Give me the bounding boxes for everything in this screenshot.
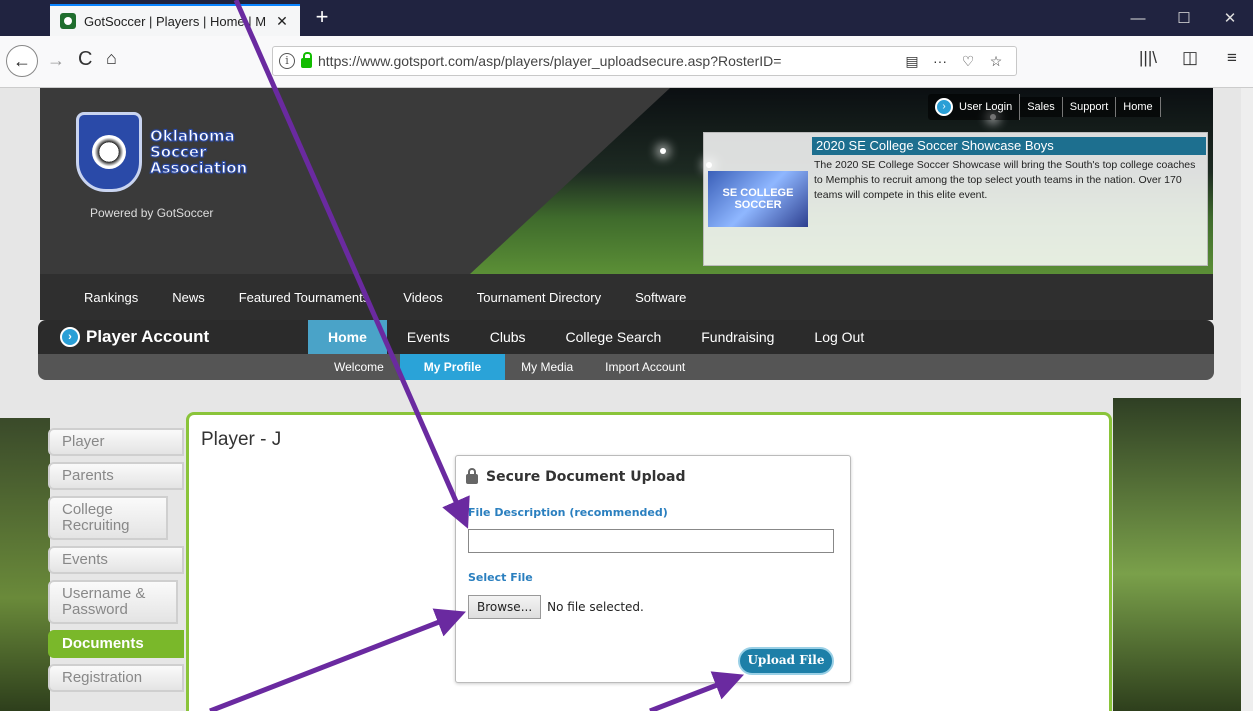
library-icon[interactable]: |||\ [1127, 48, 1169, 68]
browse-button[interactable]: Browse... [468, 595, 542, 619]
user-login-link[interactable]: › User Login [928, 94, 1021, 120]
close-window-button[interactable]: ✕ [1207, 0, 1253, 36]
sidebar-item-documents[interactable]: Documents [48, 630, 184, 658]
page-actions-icon[interactable]: ··· [926, 53, 954, 69]
profile-sidebar: Player Parents College Recruiting Events… [48, 428, 188, 698]
reader-view-icon[interactable]: ▤ [898, 53, 926, 70]
secure-upload-box: Secure Document Upload File Description … [455, 455, 851, 683]
hamburger-menu-icon[interactable]: ≡ [1211, 48, 1253, 68]
support-link[interactable]: Support [1062, 97, 1117, 117]
url-text[interactable]: https://www.gotsport.com/asp/players/pla… [318, 53, 898, 69]
sidebar-item-registration[interactable]: Registration [48, 664, 184, 692]
lock-icon [466, 468, 478, 484]
promo-box[interactable]: SE COLLEGE SOCCER 2020 SE College Soccer… [703, 132, 1208, 266]
background-field-left [0, 418, 50, 711]
browser-toolbar: ← → C ⌂ i https://www.gotsport.com/asp/p… [0, 36, 1253, 88]
address-bar[interactable]: i https://www.gotsport.com/asp/players/p… [272, 46, 1017, 76]
account-tabs: Home Events Clubs College Search Fundrai… [308, 320, 884, 354]
nav-featured-tournaments[interactable]: Featured Tournaments [239, 290, 370, 305]
upload-title: Secure Document Upload [486, 469, 686, 485]
nav-tournament-directory[interactable]: Tournament Directory [477, 290, 601, 305]
file-picker: Browse... No file selected. [468, 595, 644, 619]
tab-close-icon[interactable]: ✕ [274, 13, 290, 30]
browser-tab-strip: GotSoccer | Players | Home | M ✕ + — ☐ ✕ [0, 0, 1253, 36]
osa-logo-text[interactable]: Oklahoma Soccer Association [150, 128, 270, 177]
new-tab-button[interactable]: + [310, 6, 334, 30]
nav-rankings[interactable]: Rankings [84, 290, 138, 305]
tab-college-search[interactable]: College Search [546, 320, 682, 354]
minimize-button[interactable]: — [1115, 0, 1161, 36]
tab-fundraising[interactable]: Fundraising [681, 320, 794, 354]
secure-lock-icon [301, 52, 312, 68]
top-links: › User Login Sales Support Home [928, 94, 1161, 120]
account-arrow-icon: › [60, 327, 80, 347]
browser-tab[interactable]: GotSoccer | Players | Home | M ✕ [50, 4, 300, 36]
promo-image[interactable]: SE COLLEGE SOCCER [708, 171, 808, 227]
main-nav: Rankings News Featured Tournaments Video… [40, 274, 1213, 320]
tab-events[interactable]: Events [387, 320, 470, 354]
sidebar-toggle-icon[interactable]: ◫ [1169, 48, 1211, 68]
maximize-button[interactable]: ☐ [1161, 0, 1207, 36]
osa-logo-badge-icon[interactable] [76, 112, 142, 192]
upload-file-button[interactable]: Upload File [738, 647, 834, 675]
player-account-label: Player Account [86, 327, 210, 346]
tab-clubs[interactable]: Clubs [470, 320, 546, 354]
home-link[interactable]: Home [1116, 97, 1161, 117]
toolbar-right: |||\ ◫ ≡ [1127, 48, 1253, 68]
subtab-import-account[interactable]: Import Account [589, 354, 701, 380]
file-description-label: File Description (recommended) [468, 506, 668, 519]
sidebar-item-college-recruiting[interactable]: College Recruiting [48, 496, 168, 540]
sidebar-item-events[interactable]: Events [48, 546, 184, 574]
sales-link[interactable]: Sales [1020, 97, 1063, 117]
account-sub-bar: Welcome My Profile My Media Import Accou… [38, 354, 1214, 380]
no-file-text: No file selected. [547, 600, 644, 614]
bookmark-star-icon[interactable]: ☆ [982, 53, 1010, 70]
pocket-icon[interactable]: ♡ [954, 53, 982, 70]
file-description-input[interactable] [468, 529, 834, 553]
user-login-label: User Login [959, 101, 1013, 113]
web-page: Oklahoma Soccer Association Powered by G… [0, 88, 1253, 711]
site-info-icon[interactable]: i [279, 53, 295, 69]
sidebar-item-username-password[interactable]: Username & Password [48, 580, 178, 624]
back-button[interactable]: ← [6, 45, 38, 77]
powered-by-text: Powered by GotSoccer [90, 206, 214, 220]
promo-body: The 2020 SE College Soccer Showcase will… [814, 159, 1196, 201]
reload-button[interactable]: C [78, 48, 92, 71]
background-field-right [1113, 398, 1253, 711]
page-title: Player - J [201, 429, 282, 450]
tab-title: GotSoccer | Players | Home | M [84, 13, 267, 29]
content-panel: Player - J Secure Document Upload File D… [186, 412, 1112, 711]
stadium-light [660, 148, 666, 154]
forward-button[interactable]: → [47, 50, 65, 71]
promo-title[interactable]: 2020 SE College Soccer Showcase Boys [812, 137, 1206, 155]
nav-software[interactable]: Software [635, 290, 686, 305]
subtab-my-profile[interactable]: My Profile [399, 354, 506, 380]
upload-header: Secure Document Upload [466, 468, 686, 485]
login-arrow-icon: › [935, 98, 953, 116]
select-file-label: Select File [468, 571, 533, 584]
home-button[interactable]: ⌂ [106, 48, 117, 69]
window-controls: — ☐ ✕ [1115, 0, 1253, 36]
sidebar-item-parents[interactable]: Parents [48, 462, 184, 490]
sub-tabs: Welcome My Profile My Media Import Accou… [318, 354, 701, 380]
player-account-title: › Player Account [60, 327, 209, 347]
player-account-bar: › Player Account Home Events Clubs Colle… [38, 320, 1214, 354]
page-scrollbar[interactable] [1241, 88, 1253, 711]
nav-news[interactable]: News [172, 290, 205, 305]
site-header: Oklahoma Soccer Association Powered by G… [40, 88, 1213, 274]
nav-videos[interactable]: Videos [403, 290, 443, 305]
tab-log-out[interactable]: Log Out [794, 320, 884, 354]
subtab-welcome[interactable]: Welcome [318, 354, 400, 380]
tab-home[interactable]: Home [308, 320, 387, 354]
sidebar-item-player[interactable]: Player [48, 428, 184, 456]
gotsoccer-favicon-icon [60, 13, 76, 29]
subtab-my-media[interactable]: My Media [505, 354, 589, 380]
